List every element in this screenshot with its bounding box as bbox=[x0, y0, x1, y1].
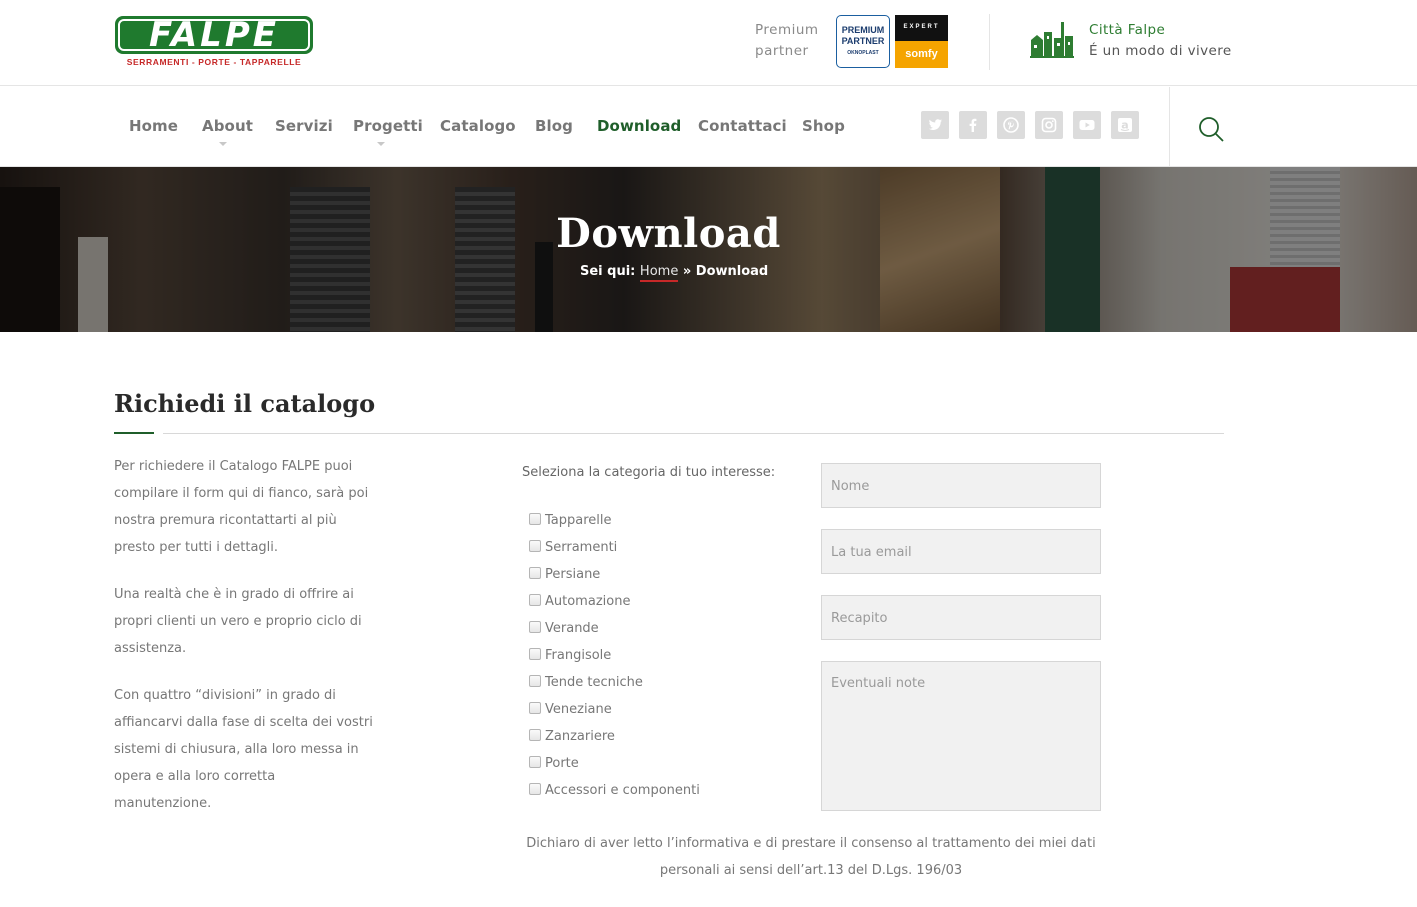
badge-somfy-brand: somfy bbox=[895, 41, 948, 68]
category-checkbox-serramenti[interactable]: Serramenti bbox=[529, 540, 617, 560]
section-divider-accent bbox=[114, 432, 154, 434]
category-checkbox-tapparelle[interactable]: Tapparelle bbox=[529, 513, 612, 533]
checkbox-label: Porte bbox=[545, 756, 579, 771]
category-checkbox-veneziane[interactable]: Veneziane bbox=[529, 702, 612, 722]
checkbox[interactable] bbox=[529, 621, 541, 633]
section-divider bbox=[163, 433, 1224, 434]
breadcrumb-home-link[interactable]: Home bbox=[639, 264, 679, 282]
premium-partner-label: Premium partner bbox=[755, 20, 819, 62]
logo-subtitle: SERRAMENTI - PORTE - TAPPARELLE bbox=[126, 57, 302, 67]
falpe-logo[interactable]: FALPE SERRAMENTI - PORTE - TAPPARELLE bbox=[115, 16, 313, 68]
category-checkbox-frangisole[interactable]: Frangisole bbox=[529, 648, 611, 668]
breadcrumb: Sei qui: Home » Download bbox=[580, 264, 769, 282]
category-checkbox-verande[interactable]: Verande bbox=[529, 621, 599, 641]
main-navigation: Home About Servizi Progetti Catalogo Blo… bbox=[0, 87, 1417, 167]
breadcrumb-separator: » bbox=[682, 264, 692, 279]
breadcrumb-current: Download bbox=[695, 264, 769, 279]
pinterest-icon[interactable] bbox=[997, 111, 1025, 139]
page-title: Download bbox=[556, 210, 781, 257]
premium-line-2: partner bbox=[755, 43, 809, 59]
checkbox[interactable] bbox=[529, 540, 541, 552]
citta-subtitle: É un modo di vivere bbox=[1089, 43, 1232, 59]
checkbox[interactable] bbox=[529, 756, 541, 768]
premium-line-1: Premium bbox=[755, 22, 819, 38]
citta-falpe-link[interactable]: Città Falpe É un modo di vivere bbox=[1089, 20, 1232, 62]
category-checkbox-zanzariere[interactable]: Zanzariere bbox=[529, 729, 615, 749]
checkbox-label: Tende tecniche bbox=[545, 675, 643, 690]
category-checkbox-automazione[interactable]: Automazione bbox=[529, 594, 630, 614]
section-title: Richiedi il catalogo bbox=[114, 389, 376, 418]
checkbox[interactable] bbox=[529, 594, 541, 606]
checkbox-label: Veneziane bbox=[545, 702, 612, 717]
nav-item-progetti[interactable]: Progetti bbox=[353, 117, 423, 135]
checkbox-label: Persiane bbox=[545, 567, 601, 582]
badge-somfy-top: EXPERT bbox=[903, 24, 940, 30]
consent-line-2: personali ai sensi dell’art.13 del D.Lgs… bbox=[659, 863, 963, 878]
nav-item-catalogo[interactable]: Catalogo bbox=[440, 117, 516, 135]
nav-item-contattaci[interactable]: Contattaci bbox=[698, 117, 787, 135]
amazon-icon[interactable]: a bbox=[1111, 111, 1139, 139]
intro-paragraph: Per richiedere il Catalogo FALPE puoi co… bbox=[114, 459, 369, 555]
facebook-icon[interactable] bbox=[959, 111, 987, 139]
checkbox[interactable] bbox=[529, 513, 541, 525]
checkbox-label: Automazione bbox=[545, 594, 631, 609]
checkbox[interactable] bbox=[529, 702, 541, 714]
checkbox-label: Accessori e componenti bbox=[545, 783, 700, 798]
category-checkbox-accessori[interactable]: Accessori e componenti bbox=[529, 783, 700, 803]
twitter-icon[interactable] bbox=[921, 111, 949, 139]
top-header: FALPE SERRAMENTI - PORTE - TAPPARELLE Pr… bbox=[0, 0, 1417, 86]
checkbox[interactable] bbox=[529, 729, 541, 741]
privacy-consent-text: Dichiaro di aver letto l’informativa e d… bbox=[480, 830, 1142, 884]
checkbox-label: Serramenti bbox=[545, 540, 618, 555]
citta-title: Città Falpe bbox=[1089, 22, 1166, 38]
oknoplast-premium-partner-badge[interactable]: PREMIUM PARTNER OKNOPLAST bbox=[836, 15, 890, 68]
somfy-expert-badge[interactable]: EXPERT somfy bbox=[895, 15, 948, 68]
intro-paragraph: Una realtà che è in grado di offrire ai … bbox=[114, 587, 362, 656]
nav-item-download[interactable]: Download bbox=[597, 117, 681, 135]
email-input[interactable]: La tua email bbox=[821, 529, 1101, 574]
nav-item-home[interactable]: Home bbox=[129, 117, 178, 135]
nav-item-shop[interactable]: Shop bbox=[802, 117, 845, 135]
nav-divider bbox=[1169, 87, 1170, 167]
youtube-icon[interactable] bbox=[1073, 111, 1101, 139]
nav-item-blog[interactable]: Blog bbox=[535, 117, 573, 135]
nav-item-about[interactable]: About bbox=[202, 117, 253, 135]
checkbox-label: Zanzariere bbox=[545, 729, 615, 744]
checkbox-label: Verande bbox=[545, 621, 599, 636]
category-label: Seleziona la categoria di tuo interesse: bbox=[522, 465, 776, 480]
phone-input[interactable]: Recapito bbox=[821, 595, 1101, 640]
breadcrumb-prefix: Sei qui: bbox=[580, 264, 636, 279]
intro-paragraph: Con quattro “divisioni” in grado di affi… bbox=[114, 688, 373, 811]
category-checkbox-porte[interactable]: Porte bbox=[529, 756, 579, 776]
badge-premium-line-1: PREMIUM bbox=[841, 25, 885, 35]
checkbox[interactable] bbox=[529, 783, 541, 795]
city-buildings-icon bbox=[1030, 22, 1074, 58]
category-checkbox-tende-tecniche[interactable]: Tende tecniche bbox=[529, 675, 643, 695]
badge-premium-brand: OKNOPLAST bbox=[847, 50, 879, 56]
nav-item-servizi[interactable]: Servizi bbox=[275, 117, 333, 135]
checkbox[interactable] bbox=[529, 675, 541, 687]
search-icon[interactable] bbox=[1197, 115, 1225, 143]
page-hero: Download Sei qui: Home » Download bbox=[0, 167, 1417, 332]
logo-text: FALPE bbox=[149, 15, 279, 55]
badge-premium-line-2: PARTNER bbox=[841, 36, 885, 46]
notes-textarea[interactable]: Eventuali note bbox=[821, 661, 1101, 811]
progetti-submenu-arrow-icon bbox=[377, 142, 385, 146]
header-divider bbox=[989, 14, 990, 70]
checkbox[interactable] bbox=[529, 648, 541, 660]
instagram-icon[interactable] bbox=[1035, 111, 1063, 139]
intro-text: Per richiedere il Catalogo FALPE puoi co… bbox=[114, 453, 374, 837]
consent-line-1: Dichiaro di aver letto l’informativa e d… bbox=[526, 836, 1096, 851]
checkbox-label: Tapparelle bbox=[545, 513, 612, 528]
category-checkbox-persiane[interactable]: Persiane bbox=[529, 567, 600, 587]
checkbox-label: Frangisole bbox=[545, 648, 612, 663]
checkbox[interactable] bbox=[529, 567, 541, 579]
name-input[interactable]: Nome bbox=[821, 463, 1101, 508]
about-submenu-arrow-icon bbox=[219, 142, 227, 146]
